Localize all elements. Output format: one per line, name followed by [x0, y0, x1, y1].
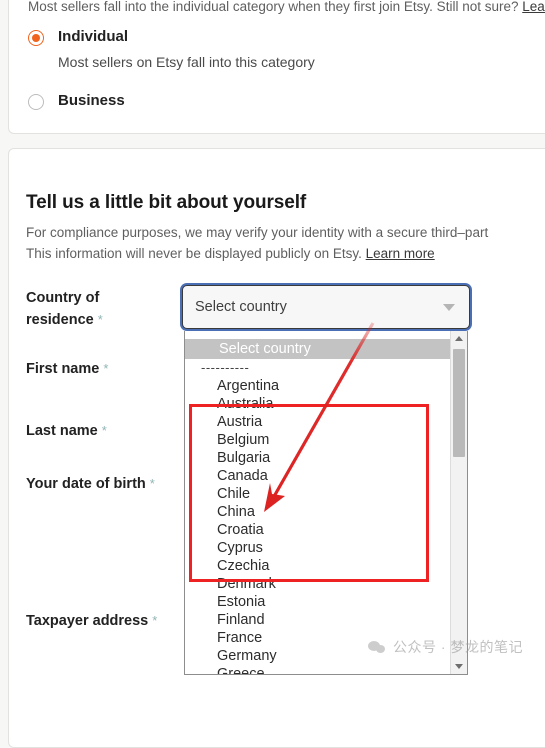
- radio-individual-texts: Individual Most sellers on Etsy fall int…: [58, 28, 315, 71]
- learn-more-link-top[interactable]: Learn m: [522, 0, 545, 14]
- label-country-of-residence: Country of residence *: [26, 287, 171, 331]
- chevron-down-icon[interactable]: [443, 303, 455, 311]
- country-select[interactable]: Select country: [182, 285, 470, 329]
- watermark: 公众号 · 梦龙的笔记: [368, 637, 523, 657]
- dropdown-scrollbar-thumb[interactable]: [453, 349, 465, 457]
- required-asterisk-taxpayer-address: *: [152, 613, 158, 628]
- radio-individual-label: Individual: [58, 28, 129, 45]
- radio-business-icon[interactable]: [28, 94, 44, 110]
- country-option[interactable]: Greece: [185, 665, 451, 674]
- country-option[interactable]: Canada: [185, 467, 451, 485]
- label-last-name: Last name *: [26, 420, 171, 442]
- seller-type-intro: Most sellers fall into the individual ca…: [28, 0, 545, 16]
- page-title: Tell us a little bit about yourself: [26, 192, 307, 213]
- country-option-list[interactable]: Select country ---------- Argentina Austral…: [185, 331, 451, 674]
- radio-individual-icon[interactable]: [28, 30, 44, 46]
- about-you-desc-line2-text: This information will never be displayed…: [26, 246, 366, 261]
- country-option[interactable]: Czechia: [185, 557, 451, 575]
- seller-type-intro-text: Most sellers fall into the individual ca…: [28, 0, 523, 14]
- radio-option-individual[interactable]: Individual Most sellers on Etsy fall int…: [28, 28, 315, 71]
- country-option[interactable]: China: [185, 503, 451, 521]
- about-you-desc-line1: For compliance purposes, we may verify y…: [26, 225, 489, 240]
- country-option[interactable]: ----------: [185, 359, 451, 377]
- required-asterisk-dob: *: [149, 476, 155, 491]
- country-option[interactable]: Select country: [185, 339, 451, 359]
- required-asterisk-country: *: [97, 312, 103, 327]
- country-option[interactable]: Finland: [185, 611, 451, 629]
- label-taxpayer-address: Taxpayer address *: [26, 610, 171, 632]
- watermark-text: 公众号 · 梦龙的笔记: [393, 639, 523, 655]
- wechat-icon: [368, 640, 386, 655]
- country-option[interactable]: Chile: [185, 485, 451, 503]
- country-option[interactable]: Australia: [185, 395, 451, 413]
- radio-business-label: Business: [58, 92, 125, 109]
- country-dropdown-list[interactable]: Select country ---------- Argentina Austral…: [184, 331, 468, 675]
- label-country-text: Country of residence: [26, 290, 100, 328]
- about-you-description: For compliance purposes, we may verify y…: [26, 222, 545, 264]
- label-date-of-birth-text: Your date of birth: [26, 476, 146, 492]
- about-you-desc-line2: This information will never be displayed…: [26, 243, 545, 264]
- learn-more-link[interactable]: Learn more: [366, 246, 435, 261]
- radio-business-texts: Business: [58, 92, 125, 110]
- country-option[interactable]: Croatia: [185, 521, 451, 539]
- label-date-of-birth: Your date of birth *: [26, 473, 171, 495]
- radio-option-business[interactable]: Business: [28, 92, 125, 110]
- country-option[interactable]: Cyprus: [185, 539, 451, 557]
- scroll-up-arrow-icon[interactable]: [451, 331, 467, 346]
- country-option[interactable]: Denmark: [185, 575, 451, 593]
- country-option[interactable]: Bulgaria: [185, 449, 451, 467]
- label-taxpayer-address-text: Taxpayer address: [26, 613, 149, 629]
- country-option[interactable]: Argentina: [185, 377, 451, 395]
- scroll-down-arrow-icon[interactable]: [451, 659, 467, 674]
- label-first-name: First name *: [26, 358, 171, 380]
- label-first-name-text: First name: [26, 361, 100, 377]
- country-option[interactable]: Austria: [185, 413, 451, 431]
- country-select-value: Select country: [195, 299, 287, 315]
- required-asterisk-last-name: *: [101, 423, 107, 438]
- dropdown-scrollbar[interactable]: [450, 331, 467, 674]
- label-last-name-text: Last name: [26, 423, 98, 439]
- country-option[interactable]: Belgium: [185, 431, 451, 449]
- country-option[interactable]: Estonia: [185, 593, 451, 611]
- required-asterisk-first-name: *: [103, 361, 109, 376]
- radio-individual-sublabel: Most sellers on Etsy fall into this cate…: [58, 54, 315, 70]
